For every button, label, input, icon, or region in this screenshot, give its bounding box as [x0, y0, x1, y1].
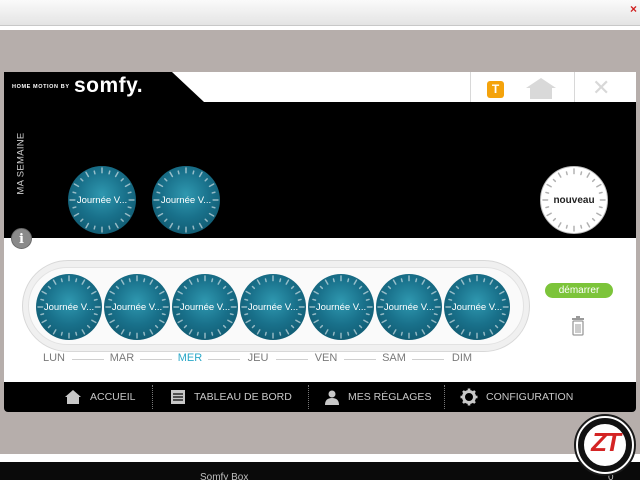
day-template-label: Journée V...: [160, 194, 212, 206]
new-template-button[interactable]: nouveau: [540, 166, 608, 234]
day-label-jeu: JEU: [247, 352, 269, 364]
day-label-mer: MER: [177, 352, 203, 364]
info-button[interactable]: i: [11, 228, 32, 249]
gear-icon: [460, 388, 478, 406]
user-icon: [325, 390, 339, 405]
bottom-nav: ACCUEIL TABLEAU DE BORD MES RÉGLAGES CON…: [4, 382, 636, 412]
week-label: MA SEMAINE: [15, 132, 27, 195]
nav-item-accueil[interactable]: ACCUEIL: [64, 382, 136, 412]
schedule-slot-label: Journée V...: [383, 301, 435, 313]
schedule-day-slot[interactable]: Journée V...: [36, 274, 102, 340]
day-labels: LUN MAR MER JEU VEN SAM DIM: [43, 352, 504, 366]
schedule-slot-label: Journée V...: [315, 301, 367, 313]
day-separator: [412, 359, 444, 360]
day-label-mar: MAR: [109, 352, 135, 364]
brand-tagline: HOME MOTION BY: [12, 84, 70, 90]
browser-toolbar: ×: [0, 0, 640, 26]
day-label-sam: SAM: [382, 352, 406, 364]
nav-divider: [308, 385, 309, 409]
schedule-slot-label: Journée V...: [179, 301, 231, 313]
window-close-button[interactable]: ×: [630, 0, 640, 18]
nav-item-label: MES RÉGLAGES: [348, 391, 432, 403]
nav-item-label: CONFIGURATION: [486, 391, 574, 403]
dashboard-icon: [171, 390, 185, 404]
app-header: HOME MOTION BY somfy. T ✕: [4, 72, 636, 102]
somfy-app: HOME MOTION BY somfy. T ✕ MA SEMAINE Jou…: [4, 72, 636, 412]
day-label-ven: VEN: [314, 352, 338, 364]
schedule-day-slot[interactable]: Journée V...: [308, 274, 374, 340]
toolbar-strip: [0, 26, 640, 30]
day-template-label: Journée V...: [76, 194, 128, 206]
taskbar: [0, 462, 640, 480]
trash-icon[interactable]: [571, 316, 585, 341]
schedule-slot-label: Journée V...: [451, 301, 503, 313]
day-template-dial[interactable]: Journée V...: [152, 166, 220, 234]
schedule-slot-label: Journée V...: [111, 301, 163, 313]
week-templates-panel: MA SEMAINE Journée V... Journée V... nou…: [4, 102, 636, 238]
tab-t-button[interactable]: T: [487, 81, 504, 98]
schedule-day-slot[interactable]: Journée V...: [240, 274, 306, 340]
close-icon[interactable]: ✕: [592, 75, 610, 101]
header-divider: [470, 72, 471, 102]
schedule-slot-label: Journée V...: [43, 301, 95, 313]
nav-item-configuration[interactable]: CONFIGURATION: [460, 382, 573, 412]
home-icon[interactable]: [524, 76, 558, 105]
nav-divider: [152, 385, 153, 409]
nav-divider: [444, 385, 445, 409]
header-divider: [574, 72, 575, 102]
brand-bar: HOME MOTION BY somfy.: [4, 72, 204, 102]
schedule-panel: Journée V... Journée V... Journée V... Jour…: [4, 238, 636, 382]
day-label-dim: DIM: [451, 352, 473, 364]
start-button[interactable]: démarrer: [545, 283, 613, 298]
schedule-day-slot[interactable]: Journée V...: [104, 274, 170, 340]
footer-strip: [0, 454, 640, 462]
schedule-day-slot[interactable]: Journée V...: [444, 274, 510, 340]
day-separator: [344, 359, 376, 360]
new-template-label: nouveau: [553, 194, 595, 206]
zt-watermark-logo: ZT: [574, 414, 636, 476]
day-template-dial[interactable]: Journée V...: [68, 166, 136, 234]
day-separator: [72, 359, 104, 360]
taskbar-title: Somfy Box: [200, 472, 249, 480]
nav-item-label: ACCUEIL: [90, 391, 136, 403]
day-separator: [208, 359, 240, 360]
nav-item-mes-reglages[interactable]: MES RÉGLAGES: [324, 382, 431, 412]
nav-item-tableau-de-bord[interactable]: TABLEAU DE BORD: [170, 382, 292, 412]
schedule-day-slot[interactable]: Journée V...: [376, 274, 442, 340]
schedule-day-slot[interactable]: Journée V...: [172, 274, 238, 340]
home-icon: [65, 390, 81, 404]
day-label-lun: LUN: [42, 352, 65, 364]
day-separator: [276, 359, 308, 360]
schedule-slot-label: Journée V...: [247, 301, 299, 313]
somfy-logo: somfy.: [74, 74, 144, 97]
watermark-text: ZT: [591, 427, 621, 457]
day-separator: [140, 359, 172, 360]
nav-item-label: TABLEAU DE BORD: [194, 391, 292, 403]
